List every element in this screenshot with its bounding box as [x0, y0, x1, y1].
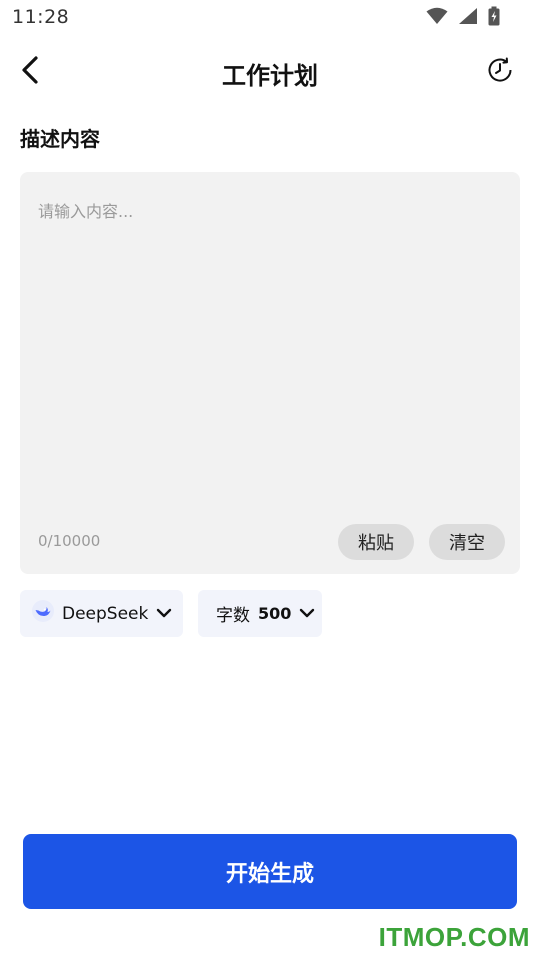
character-counter: 0/10000	[38, 532, 101, 550]
description-input[interactable]: 请输入内容... 0/10000 粘贴 清空	[20, 172, 520, 574]
deepseek-logo-icon	[32, 600, 54, 627]
page-title: 工作计划	[222, 62, 318, 90]
description-label: 描述内容	[20, 127, 100, 151]
description-placeholder: 请输入内容...	[38, 202, 134, 221]
start-generate-button[interactable]: 开始生成	[23, 834, 517, 909]
word-count-select[interactable]: 字数 500	[198, 590, 322, 637]
word-count-value: 500	[258, 604, 292, 623]
word-count-label: 字数	[216, 606, 250, 626]
wifi-icon	[426, 7, 448, 29]
model-label: DeepSeek	[62, 603, 149, 624]
status-time: 11:28	[12, 6, 70, 28]
chevron-down-icon	[156, 604, 172, 624]
model-select[interactable]: DeepSeek	[20, 590, 183, 637]
watermark: ITMOP.COM	[378, 922, 530, 952]
status-bar: 11:28	[0, 0, 540, 34]
paste-button[interactable]: 粘贴	[338, 524, 414, 560]
clear-button[interactable]: 清空	[429, 524, 505, 560]
battery-icon	[488, 6, 500, 30]
signal-icon	[458, 7, 478, 29]
status-icons	[426, 6, 500, 30]
history-button[interactable]	[486, 56, 514, 84]
chevron-down-icon	[299, 604, 315, 624]
history-clock-icon	[488, 57, 512, 82]
